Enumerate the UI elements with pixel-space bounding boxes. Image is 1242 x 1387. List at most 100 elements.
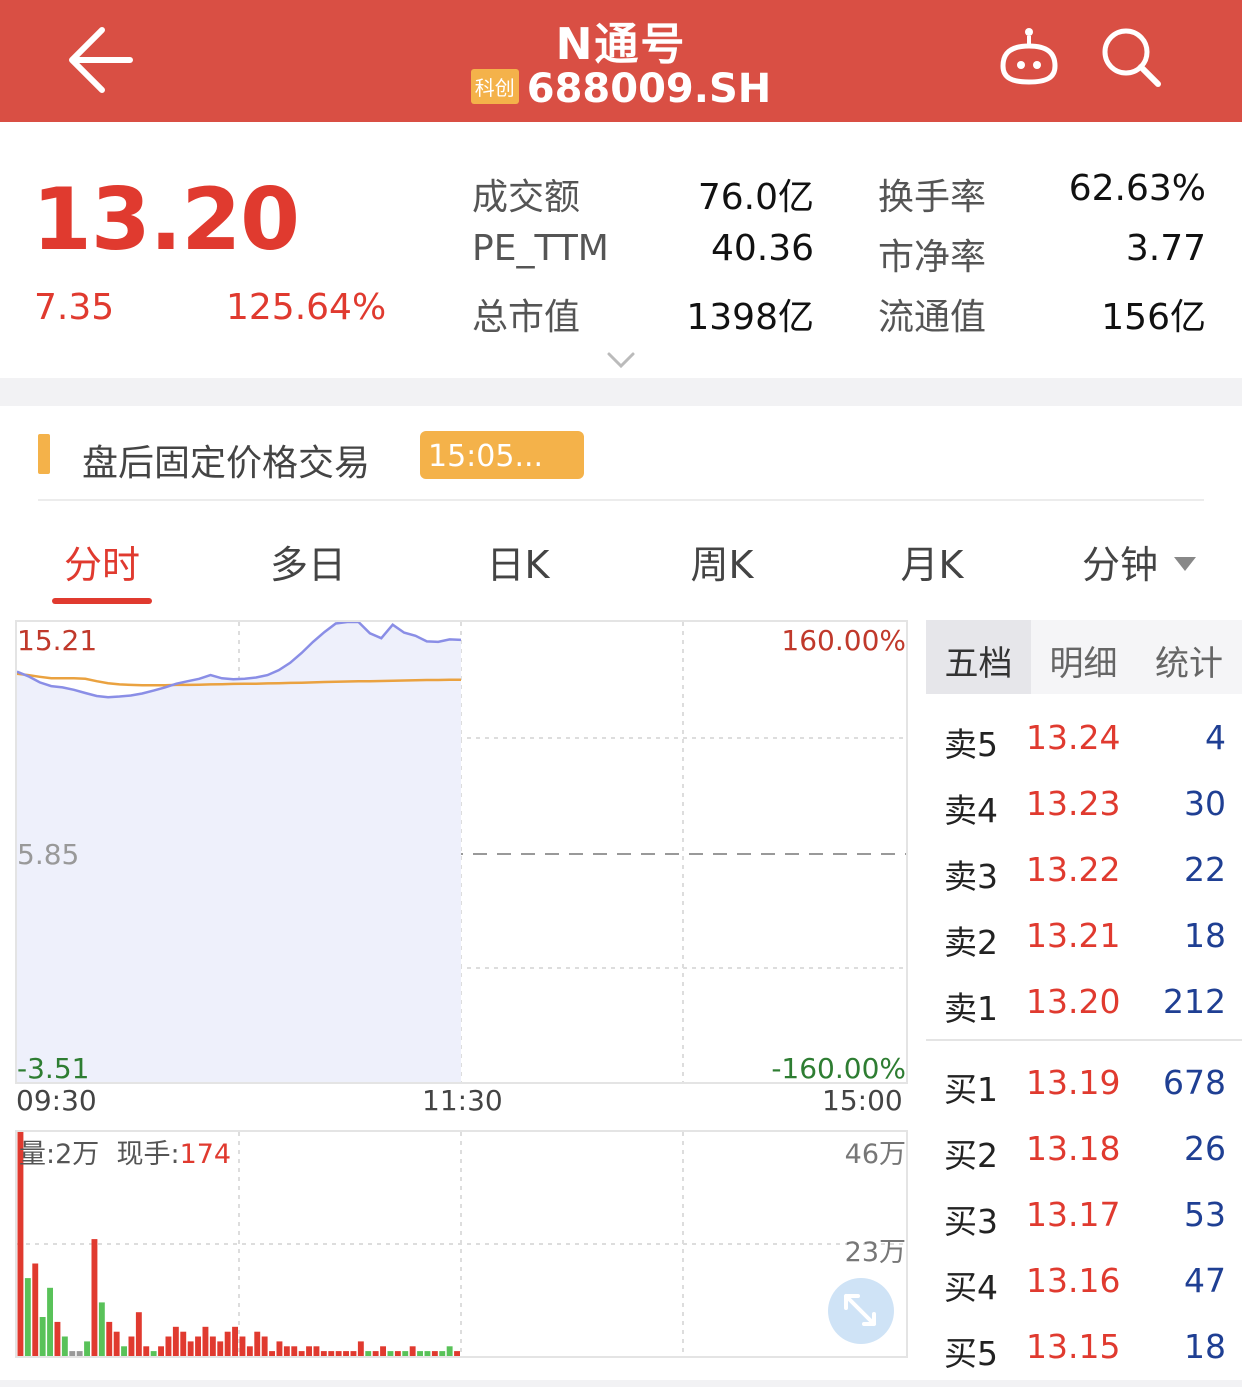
star-market-badge: 科创 bbox=[470, 68, 519, 104]
top-bar: N通号 科创 688009.SH bbox=[0, 0, 1242, 122]
ask-volume: 30 bbox=[1184, 784, 1226, 823]
divider bbox=[38, 499, 1204, 501]
order-book: 五档 明细 统计 卖5 13.24 4 卖4 13.23 30 卖3 13.22 22 卖2… bbox=[926, 620, 1242, 1387]
stat-label-market-cap: 总市值 bbox=[472, 297, 581, 338]
tab-multi-day[interactable]: 多日 bbox=[258, 534, 358, 589]
volume-bar bbox=[202, 1326, 209, 1356]
volume-bar bbox=[143, 1346, 150, 1356]
stat-label-float-cap: 流通值 bbox=[878, 297, 987, 338]
volume-bar bbox=[195, 1336, 201, 1356]
bid-row[interactable]: 买2 13.18 26 bbox=[926, 1117, 1242, 1183]
bid-row[interactable]: 买5 13.15 18 bbox=[926, 1315, 1242, 1381]
search-icon[interactable] bbox=[1098, 24, 1164, 90]
stat-value-float-cap: 156亿 bbox=[1101, 297, 1206, 338]
chevron-down-icon[interactable] bbox=[606, 348, 636, 372]
volume-bar bbox=[431, 1351, 438, 1356]
tab-minute[interactable]: 分钟 bbox=[1082, 534, 1232, 589]
bid-row[interactable]: 买4 13.16 47 bbox=[926, 1249, 1242, 1315]
volume-bar bbox=[446, 1346, 453, 1356]
volume-bar bbox=[209, 1336, 216, 1356]
tab-weekly-k[interactable]: 周K bbox=[672, 534, 772, 589]
time-end-label: 15:00 bbox=[822, 1084, 903, 1117]
volume-bar bbox=[306, 1346, 312, 1356]
volume-bar bbox=[24, 1278, 31, 1356]
volume-bar bbox=[365, 1351, 372, 1356]
volume-bar bbox=[239, 1336, 246, 1356]
ask-row[interactable]: 卖1 13.20 212 bbox=[926, 970, 1242, 1036]
ask-level: 卖5 bbox=[944, 725, 998, 764]
volume-axis-top: 46万 bbox=[844, 1139, 906, 1170]
bid-level: 买3 bbox=[944, 1202, 998, 1241]
section-gap bbox=[0, 378, 1242, 406]
bid-level: 买2 bbox=[944, 1136, 998, 1175]
stat-value-turnover-rate: 62.63% bbox=[1068, 168, 1206, 209]
volume-bar bbox=[291, 1346, 298, 1356]
ask-price: 13.20 bbox=[1026, 982, 1121, 1021]
bid-volume: 26 bbox=[1184, 1129, 1226, 1168]
volume-bar bbox=[128, 1336, 135, 1356]
ask-level: 卖4 bbox=[944, 791, 998, 830]
volume-bar bbox=[320, 1351, 327, 1356]
volume-label: 量:2万 bbox=[19, 1139, 100, 1170]
volume-bar bbox=[269, 1351, 275, 1356]
volume-chart[interactable]: 量:2万 现手:174 46万 23万 bbox=[15, 1130, 908, 1358]
volume-bar bbox=[69, 1351, 76, 1356]
ask-level: 卖1 bbox=[944, 989, 998, 1028]
volume-bar bbox=[61, 1336, 68, 1356]
chart-tabs: 分时 多日 日K 周K 月K 分钟 bbox=[0, 508, 1242, 608]
last-price: 13.20 bbox=[32, 170, 300, 270]
after-hours-time-badge[interactable]: 15:05... bbox=[420, 431, 584, 479]
ask-row[interactable]: 卖3 13.22 22 bbox=[926, 838, 1242, 904]
bid-price: 13.19 bbox=[1026, 1063, 1121, 1102]
current-hand-value: 174 bbox=[179, 1139, 232, 1170]
ask-volume: 22 bbox=[1184, 850, 1226, 889]
volume-bar bbox=[135, 1312, 142, 1356]
current-hand-label: 现手: bbox=[116, 1139, 180, 1170]
ask-price: 13.23 bbox=[1026, 784, 1121, 823]
stat-value-pb: 3.77 bbox=[1125, 228, 1206, 269]
bid-volume: 53 bbox=[1184, 1195, 1226, 1234]
section-marker bbox=[38, 434, 50, 474]
volume-info: 量:2万 现手:174 bbox=[19, 1132, 231, 1171]
expand-chart-button[interactable] bbox=[828, 1278, 894, 1344]
ask-row[interactable]: 卖4 13.23 30 bbox=[926, 772, 1242, 838]
tab-details[interactable]: 明细 bbox=[1031, 620, 1136, 694]
volume-bar bbox=[113, 1331, 120, 1356]
pct-axis-bottom-label: -160.00% bbox=[771, 1052, 906, 1085]
robot-icon[interactable] bbox=[996, 26, 1062, 88]
ask-row[interactable]: 卖5 13.24 4 bbox=[926, 706, 1242, 772]
volume-bar bbox=[254, 1331, 261, 1356]
volume-bar bbox=[187, 1341, 194, 1356]
tab-monthly-k[interactable]: 月K bbox=[882, 534, 982, 589]
volume-bar bbox=[298, 1351, 305, 1356]
ask-volume: 4 bbox=[1205, 718, 1226, 757]
ask-level: 卖3 bbox=[944, 857, 998, 896]
volume-bar bbox=[224, 1331, 231, 1356]
quote-panel: 13.20 7.35 125.64% 成交额 76.0亿 换手率 62.63% … bbox=[0, 122, 1242, 378]
tab-daily-k[interactable]: 日K bbox=[468, 534, 568, 589]
volume-bar bbox=[402, 1351, 409, 1356]
volume-bar bbox=[150, 1351, 157, 1356]
bid-row[interactable]: 买3 13.17 53 bbox=[926, 1183, 1242, 1249]
volume-bar bbox=[246, 1346, 253, 1356]
y-axis-top-label: 15.21 bbox=[17, 624, 98, 657]
bid-price: 13.15 bbox=[1026, 1327, 1121, 1366]
volume-bar bbox=[424, 1351, 431, 1356]
after-hours-row[interactable]: 盘后固定价格交易 15:05... bbox=[0, 406, 1242, 502]
intraday-chart-svg bbox=[17, 622, 906, 1082]
volume-bar bbox=[454, 1351, 460, 1356]
intraday-chart[interactable]: 15.21 5.85 -3.51 160.00% -160.00% bbox=[15, 620, 908, 1085]
volume-bar bbox=[439, 1351, 446, 1356]
bid-volume: 18 bbox=[1184, 1327, 1226, 1366]
price-change-pct: 125.64% bbox=[226, 287, 387, 328]
volume-bar bbox=[380, 1346, 386, 1356]
time-mid-label: 11:30 bbox=[422, 1084, 503, 1117]
price-change: 7.35 bbox=[34, 287, 115, 328]
bid-row[interactable]: 买1 13.19 678 bbox=[926, 1051, 1242, 1117]
volume-bar bbox=[283, 1346, 290, 1356]
ask-row[interactable]: 卖2 13.21 18 bbox=[926, 904, 1242, 970]
tab-five-levels[interactable]: 五档 bbox=[926, 620, 1031, 694]
tab-intraday[interactable]: 分时 bbox=[52, 534, 152, 589]
tab-stats[interactable]: 统计 bbox=[1136, 620, 1242, 694]
expand-icon bbox=[844, 1294, 876, 1326]
